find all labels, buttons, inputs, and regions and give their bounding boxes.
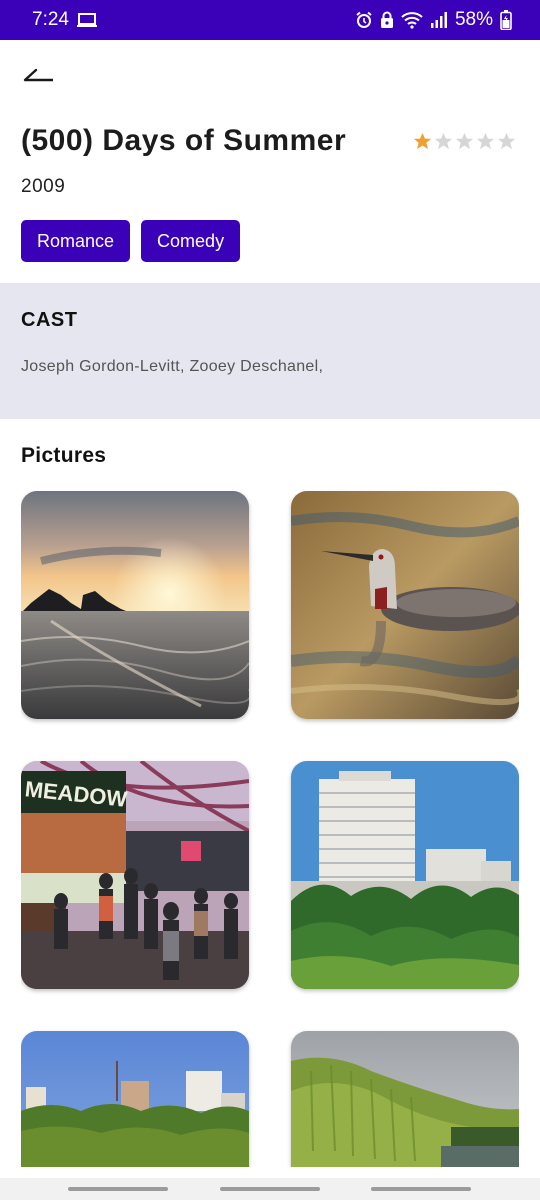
screen-record-icon bbox=[76, 12, 97, 28]
cast-heading: CAST bbox=[21, 309, 78, 331]
rating-star-5-icon[interactable] bbox=[497, 132, 516, 156]
genre-chip-comedy[interactable]: Comedy bbox=[141, 220, 241, 262]
status-bar: 7:24 58% bbox=[0, 0, 540, 40]
picture-meadow-market[interactable]: MEADOW bbox=[21, 761, 249, 989]
movie-year: 2009 bbox=[21, 176, 66, 197]
cast-names: Joseph Gordon-Levitt, Zooey Deschanel, bbox=[21, 358, 324, 375]
alarm-icon bbox=[355, 11, 373, 29]
pictures-heading: Pictures bbox=[21, 444, 107, 467]
pictures-grid: MEADOW bbox=[21, 491, 519, 1167]
picture-willow-river[interactable] bbox=[291, 1031, 519, 1167]
rating-star-2-icon[interactable] bbox=[434, 132, 453, 156]
battery-icon bbox=[500, 10, 512, 30]
wifi-icon bbox=[401, 11, 423, 29]
picture-tower-forest[interactable] bbox=[291, 761, 519, 989]
signal-icon bbox=[430, 11, 448, 29]
status-right: 58% bbox=[355, 9, 512, 31]
nav-handle-left[interactable] bbox=[68, 1187, 168, 1191]
genre-chip-romance[interactable]: Romance bbox=[21, 220, 131, 262]
picture-city-trees[interactable] bbox=[21, 1031, 249, 1167]
genre-list: Romance Comedy bbox=[21, 220, 241, 262]
cast-section: CAST Joseph Gordon-Levitt, Zooey Deschan… bbox=[0, 283, 540, 419]
movie-title: (500) Days of Summer bbox=[21, 124, 347, 157]
nav-handle-right[interactable] bbox=[371, 1187, 471, 1191]
rating-star-1-icon[interactable] bbox=[413, 132, 432, 156]
picture-loon-bird[interactable] bbox=[291, 491, 519, 719]
picture-sunset-beach[interactable] bbox=[21, 491, 249, 719]
nav-handle-center[interactable] bbox=[220, 1187, 320, 1191]
rating-star-3-icon[interactable] bbox=[455, 132, 474, 156]
battery-percent: 58% bbox=[454, 9, 493, 30]
back-button[interactable] bbox=[18, 58, 58, 94]
system-nav-bar bbox=[0, 1178, 540, 1200]
rating-stars bbox=[413, 132, 516, 156]
back-arrow-icon bbox=[21, 64, 55, 89]
rating-star-4-icon[interactable] bbox=[476, 132, 495, 156]
status-left: 7:24 bbox=[32, 9, 97, 31]
status-time: 7:24 bbox=[32, 9, 69, 30]
lock-icon bbox=[380, 11, 394, 29]
